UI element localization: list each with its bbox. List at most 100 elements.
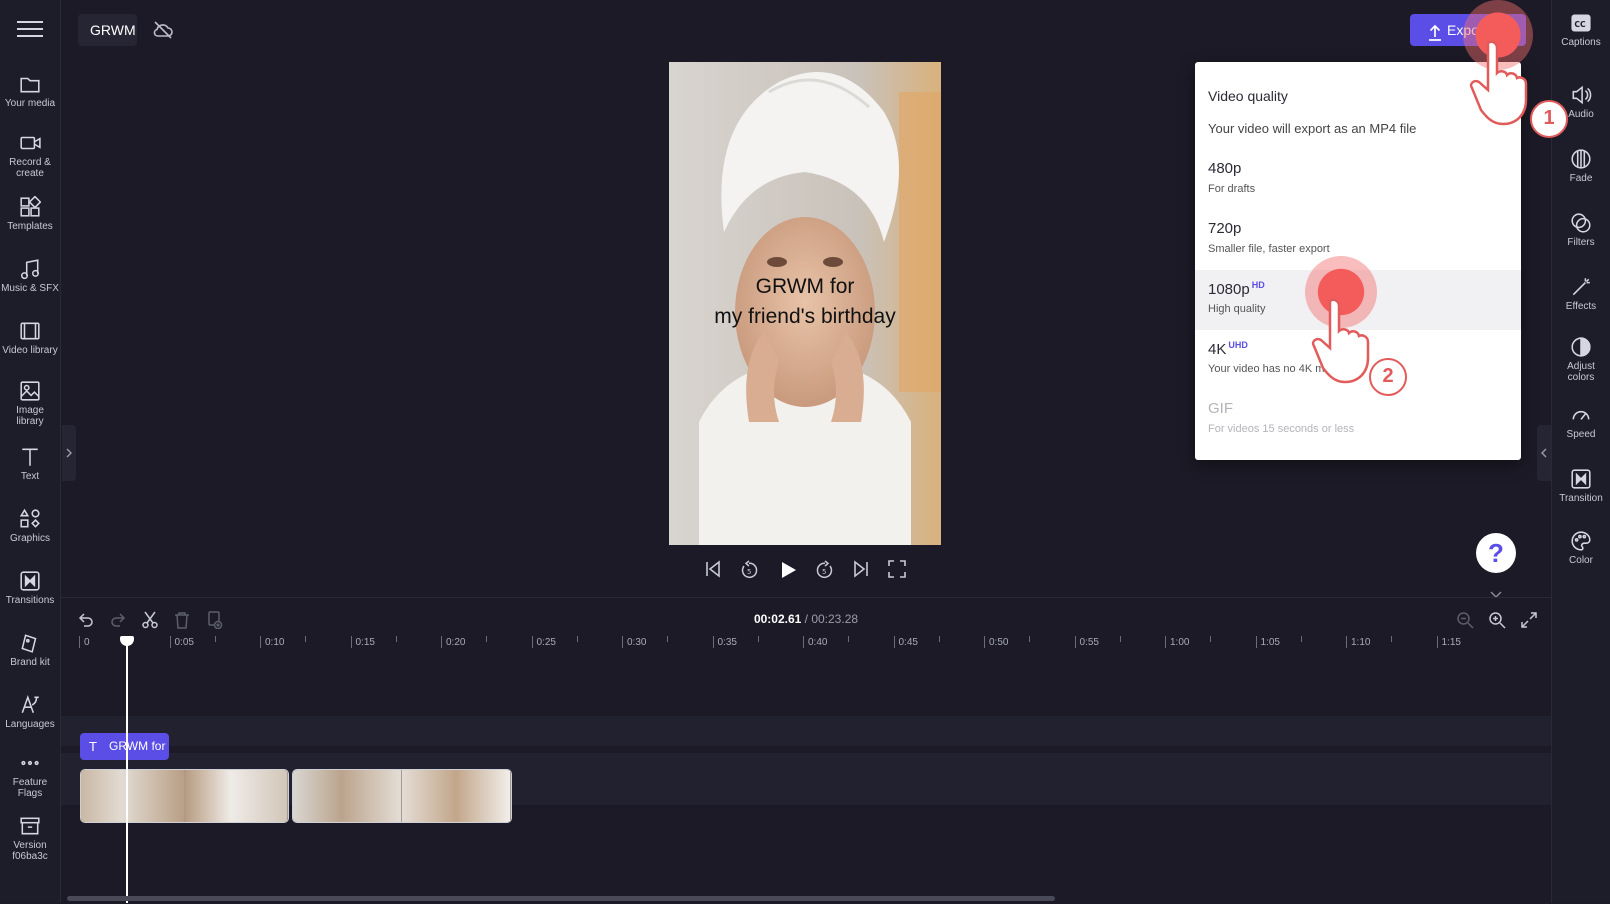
sidebar-item-image[interactable]: Image library xyxy=(0,380,60,427)
sidebar-item-brand-kit[interactable]: Brand kit xyxy=(0,632,60,668)
tool-transition[interactable]: Transition xyxy=(1552,468,1610,504)
step-1-badge: 1 xyxy=(1530,100,1568,138)
delete-icon[interactable] xyxy=(173,611,191,634)
tool-magic-wand[interactable]: Effects xyxy=(1552,276,1610,312)
sidebar-item-archive[interactable]: Version f06ba3c xyxy=(0,815,60,862)
caption-line-1: GRWM for xyxy=(755,275,855,298)
sidebar-item-label: Version f06ba3c xyxy=(12,840,48,862)
sidebar-item-shapes[interactable]: Graphics xyxy=(0,508,60,544)
sidebar-item-film[interactable]: Video library xyxy=(0,320,60,356)
fit-timeline-icon[interactable] xyxy=(1520,611,1538,634)
ruler-minor-tick xyxy=(848,636,850,642)
timeline-scrollbar[interactable] xyxy=(67,896,1055,901)
quality-description: For drafts xyxy=(1208,183,1256,195)
sidebar-item-folder[interactable]: Your media xyxy=(0,73,60,109)
current-time: 00:02.61 xyxy=(753,612,802,626)
transitions-icon xyxy=(0,570,60,592)
tool-label: Audio xyxy=(1568,109,1594,120)
text-clip[interactable]: T GRWM for xyxy=(80,733,169,760)
sidebar-item-label: Templates xyxy=(7,221,53,232)
ruler-tick-label: 0:45 xyxy=(893,636,918,648)
skip-forward-icon[interactable] xyxy=(852,560,870,583)
image-icon xyxy=(0,380,60,402)
left-sidebar: Your media Record & create Templates Music … xyxy=(0,0,61,903)
project-title-input[interactable]: GRWM for my friend's birthday xyxy=(78,14,137,46)
pointing-hand-icon xyxy=(1310,296,1370,391)
quality-description: High quality xyxy=(1208,303,1266,315)
tool-palette[interactable]: Color xyxy=(1552,530,1610,566)
hamburger-menu-icon[interactable] xyxy=(17,18,43,40)
tool-filters[interactable]: Filters xyxy=(1552,212,1610,248)
video-caption-text: GRWM for my friend's birthday xyxy=(669,272,941,332)
sidebar-item-label: Record & create xyxy=(9,157,51,179)
fullscreen-icon[interactable] xyxy=(888,560,906,583)
tool-captions[interactable]: CC Captions xyxy=(1552,12,1610,48)
sidebar-item-label: Transitions xyxy=(5,595,55,606)
quality-label: GIF xyxy=(1208,400,1233,417)
split-scissors-icon[interactable] xyxy=(141,611,159,634)
tool-label: Adjust colors xyxy=(1567,361,1595,383)
sidebar-item-languages[interactable]: Languages xyxy=(0,694,60,730)
pointing-hand-icon xyxy=(1468,38,1528,133)
duplicate-icon[interactable] xyxy=(205,611,223,634)
speaker-icon xyxy=(1552,84,1610,106)
quality-label: 1080p xyxy=(1208,281,1250,298)
quality-option-480p[interactable]: 480p For drafts xyxy=(1195,150,1521,210)
sidebar-item-label: Languages xyxy=(5,719,55,730)
languages-icon xyxy=(0,694,60,716)
caption-line-2: my friend's birthday xyxy=(714,305,896,328)
tool-contrast[interactable]: Adjust colors xyxy=(1552,336,1610,383)
sidebar-item-label: Music & SFX xyxy=(1,283,59,294)
clip-thumbnail xyxy=(184,770,288,822)
filters-icon xyxy=(1552,212,1610,234)
redo-icon[interactable] xyxy=(109,611,127,634)
shapes-icon xyxy=(0,508,60,530)
upload-icon xyxy=(1428,21,1442,53)
left-panel-toggle[interactable] xyxy=(62,425,76,481)
sidebar-item-label: Your media xyxy=(4,98,56,109)
tool-speedometer[interactable]: Speed xyxy=(1552,404,1610,440)
sidebar-item-transitions[interactable]: Transitions xyxy=(0,570,60,606)
contrast-icon xyxy=(1552,336,1610,358)
right-panel-toggle[interactable] xyxy=(1537,425,1551,481)
quality-option-gif: GIF For videos 15 seconds or less xyxy=(1195,390,1521,450)
rewind-5s-icon[interactable]: 5 xyxy=(740,560,760,585)
sidebar-item-label: Image library xyxy=(16,405,44,427)
video-clip-2[interactable] xyxy=(292,769,512,823)
ruler-tick-label: 0 xyxy=(79,636,90,648)
music-icon xyxy=(0,258,60,280)
transition-icon xyxy=(1552,468,1610,490)
ruler-tick-label: 0:20 xyxy=(441,636,465,648)
time-ruler[interactable]: 0 0:05 0:10 0:15 0:20 0:25 0:30 0:35 0:40 0:45 0:5… xyxy=(79,636,1529,656)
help-button[interactable]: ? xyxy=(1476,533,1516,573)
sidebar-item-label: Text xyxy=(20,471,40,482)
zoom-out-icon[interactable] xyxy=(1456,611,1474,634)
quality-label: 4K xyxy=(1208,341,1227,358)
sidebar-item-camera[interactable]: Record & create xyxy=(0,132,60,179)
tool-label: Captions xyxy=(1561,37,1601,48)
quality-label: 720p xyxy=(1208,220,1242,237)
tool-fade[interactable]: Fade xyxy=(1552,148,1610,184)
ruler-tick-label: 0:40 xyxy=(803,636,827,648)
ruler-tick-label: 0:25 xyxy=(531,636,556,648)
ruler-tick-label: 1:15 xyxy=(1436,636,1461,648)
undo-icon[interactable] xyxy=(77,611,95,634)
sidebar-item-templates[interactable]: Templates xyxy=(0,196,60,232)
skip-back-icon[interactable] xyxy=(704,560,722,583)
video-preview[interactable]: GRWM for my friend's birthday xyxy=(669,62,941,545)
ruler-minor-tick xyxy=(1300,636,1302,642)
playhead[interactable] xyxy=(126,636,128,903)
zoom-in-icon[interactable] xyxy=(1488,611,1506,634)
video-clip-1[interactable] xyxy=(80,769,289,823)
ruler-minor-tick xyxy=(1391,636,1393,642)
quality-name: 4K UHD xyxy=(1208,340,1248,358)
sidebar-item-more[interactable]: Feature Flags xyxy=(0,752,60,799)
forward-5s-icon[interactable]: 5 xyxy=(814,560,834,585)
sidebar-item-label: Feature Flags xyxy=(12,777,48,799)
sidebar-item-music[interactable]: Music & SFX xyxy=(0,258,60,294)
sidebar-item-text[interactable]: Text xyxy=(0,446,60,482)
play-icon[interactable] xyxy=(778,560,798,585)
more-icon xyxy=(0,752,60,774)
quality-name: 720p xyxy=(1208,220,1241,237)
camera-icon xyxy=(0,132,60,154)
